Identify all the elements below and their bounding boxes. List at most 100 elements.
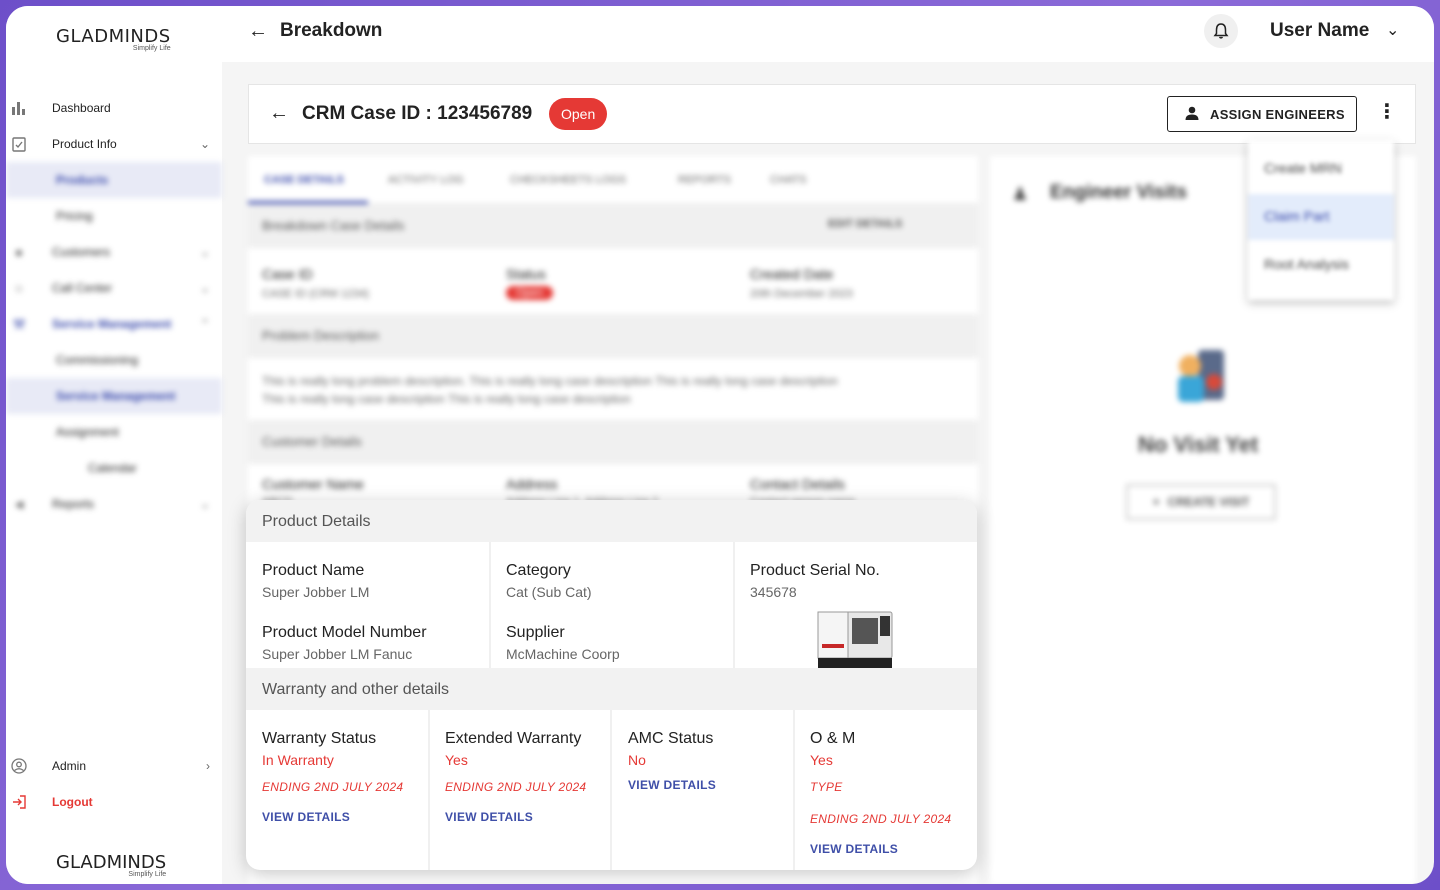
headset-icon: ○ — [14, 280, 24, 296]
engineer-visits-title: Engineer Visits — [1050, 182, 1187, 203]
tab-bar: CASE DETAILS ACTIVITY LOG CHECKSHEETS LO… — [248, 156, 978, 204]
sidebar-item-reports[interactable]: ◄ Reports ⌄ — [6, 486, 222, 522]
create-visit-button[interactable]: + CREATE VISIT — [1126, 484, 1276, 520]
chevron-down-icon: ⌄ — [199, 281, 210, 295]
divider — [610, 710, 612, 870]
sidebar-item-commissioning[interactable]: Commissioning — [6, 342, 222, 378]
sidebar-item-dashboard[interactable]: Dashboard — [6, 90, 222, 126]
brand-name: GLADMINDS — [56, 26, 171, 47]
category-value: Cat (Sub Cat) — [506, 584, 592, 600]
sidebar-item-label: Logout — [52, 795, 93, 809]
model-number-label: Product Model Number — [262, 624, 427, 641]
logout-icon — [10, 793, 28, 811]
tab-chats[interactable]: CHATS — [770, 174, 806, 186]
menu-item-root-analysis[interactable]: Root Analysis — [1264, 256, 1349, 272]
o-and-m-view-details-link[interactable]: VIEW DETAILS — [810, 842, 898, 856]
divider — [793, 710, 795, 870]
sidebar-item-label: Calendar — [88, 461, 137, 475]
extended-warranty-value: Yes — [445, 752, 468, 768]
bar-chart-icon — [10, 99, 28, 117]
sidebar-item-customers[interactable]: ● Customers ⌄ — [6, 234, 222, 270]
warranty-view-details-link[interactable]: VIEW DETAILS — [262, 810, 350, 824]
back-arrow-icon[interactable]: ← — [269, 102, 289, 125]
chevron-down-icon[interactable]: ⌄ — [1386, 20, 1399, 40]
divider — [489, 542, 491, 668]
problem-section-header: Problem Description — [248, 314, 978, 358]
warranty-section-header: Warranty and other details — [246, 668, 977, 710]
sidebar-item-call-center[interactable]: ○ Call Center ⌄ — [6, 270, 222, 306]
o-and-m-value: Yes — [810, 752, 833, 768]
model-number-value: Super Jobber LM Fanuc — [262, 646, 413, 662]
no-visit-text: No Visit Yet — [1138, 432, 1259, 457]
brand-logo[interactable]: GLADMINDS Simplify Life — [56, 26, 171, 52]
section-title: Problem Description — [262, 328, 380, 343]
assign-engineers-button[interactable]: ASSIGN ENGINEERS — [1167, 96, 1357, 132]
wrench-icon: ⚒ — [12, 315, 26, 332]
sidebar-item-label: Products — [56, 173, 109, 187]
section-title: Customer Details — [262, 434, 362, 449]
sidebar-item-assignment[interactable]: Assignment — [6, 414, 222, 450]
extended-warranty-end-date: ENDING 2ND JULY 2024 — [445, 780, 587, 794]
notification-bell-icon[interactable] — [1204, 14, 1238, 48]
tab-case-details[interactable]: CASE DETAILS — [264, 174, 344, 186]
amc-status-value: No — [628, 752, 646, 768]
supplier-value: McMachine Coorp — [506, 646, 620, 662]
sidebar-item-calendar[interactable]: Calendar — [6, 450, 222, 486]
serial-number-label: Product Serial No. — [750, 562, 880, 579]
sidebar-item-logout[interactable]: Logout — [6, 784, 222, 820]
sidebar-item-label: Dashboard — [52, 101, 111, 115]
clipboard-check-icon — [10, 135, 28, 153]
sidebar-item-service-management[interactable]: ⚒ Service Management ⌃ — [6, 306, 222, 342]
product-machine-image — [817, 611, 893, 668]
sidebar-item-label: Reports — [52, 497, 95, 511]
sidebar-item-pricing[interactable]: Pricing — [6, 198, 222, 234]
chevron-up-icon: ⌃ — [199, 317, 210, 331]
user-menu[interactable]: User Name — [1270, 20, 1369, 42]
sidebar-item-admin[interactable]: Admin › — [6, 748, 222, 784]
extended-warranty-view-details-link[interactable]: VIEW DETAILS — [445, 810, 533, 824]
section-title: Product Details — [262, 513, 371, 530]
created-date-value: 20th December 2023 — [750, 288, 853, 300]
sidebar-item-service-management-sub[interactable]: Service Management — [6, 378, 222, 414]
tab-reports[interactable]: REPORTS — [678, 174, 731, 186]
product-name-label: Product Name — [262, 562, 365, 579]
chevron-down-icon: ⌄ — [199, 497, 210, 511]
amc-status-label: AMC Status — [628, 730, 714, 747]
section-title: Breakdown Case Details — [262, 218, 405, 233]
case-id-title: CRM Case ID : 123456789 — [302, 103, 533, 124]
status-label: Status — [506, 266, 546, 282]
chevron-right-icon: › — [206, 759, 210, 773]
o-and-m-type: TYPE — [810, 780, 843, 794]
sidebar-item-label: Commissioning — [56, 353, 139, 367]
plus-icon: + — [1152, 495, 1160, 509]
more-vertical-icon[interactable]: ⋮ — [1377, 99, 1397, 124]
sidebar-item-label: Admin — [52, 759, 87, 773]
sidebar-item-product-info[interactable]: Product Info ⌄ — [6, 126, 222, 162]
warranty-status-value: In Warranty — [262, 752, 334, 768]
create-visit-label: CREATE VISIT — [1167, 495, 1250, 509]
more-actions-menu: Create MRN Claim Part Root Analysis — [1248, 140, 1394, 300]
engineer-illustration — [1178, 350, 1224, 402]
tab-checksheets-logs[interactable]: CHECKSHEETS LOGS — [510, 174, 626, 186]
engineers-icon: ♟ — [1012, 184, 1029, 204]
back-arrow-icon[interactable]: ← — [248, 20, 268, 43]
tab-activity-log[interactable]: ACTIVITY LOG — [388, 174, 464, 186]
customer-section-header: Customer Details — [248, 420, 978, 464]
chevron-down-icon: ⌄ — [199, 245, 210, 259]
serial-number-value: 345678 — [750, 584, 797, 600]
section-title: Warranty and other details — [262, 681, 450, 698]
edit-details-button[interactable]: EDIT DETAILS — [828, 218, 902, 230]
product-details-card: Product Details Product Name Super Jobbe… — [246, 500, 977, 870]
chevron-down-icon: ⌄ — [199, 137, 210, 151]
sidebar-item-products[interactable]: Products — [6, 162, 222, 198]
menu-item-claim-part[interactable]: Claim Part — [1264, 208, 1329, 224]
page-title: Breakdown — [280, 20, 383, 41]
sidebar-item-label: Assignment — [56, 425, 119, 439]
sidebar-item-label: Call Center — [52, 281, 113, 295]
warranty-status-label: Warranty Status — [262, 730, 377, 747]
brand-name: GLADMINDS — [56, 852, 167, 873]
case-header: ← CRM Case ID : 123456789 Open ASSIGN EN… — [248, 84, 1416, 144]
amc-view-details-link[interactable]: VIEW DETAILS — [628, 778, 716, 792]
menu-item-create-mrn[interactable]: Create MRN — [1264, 160, 1342, 176]
megaphone-icon: ◄ — [12, 496, 26, 512]
